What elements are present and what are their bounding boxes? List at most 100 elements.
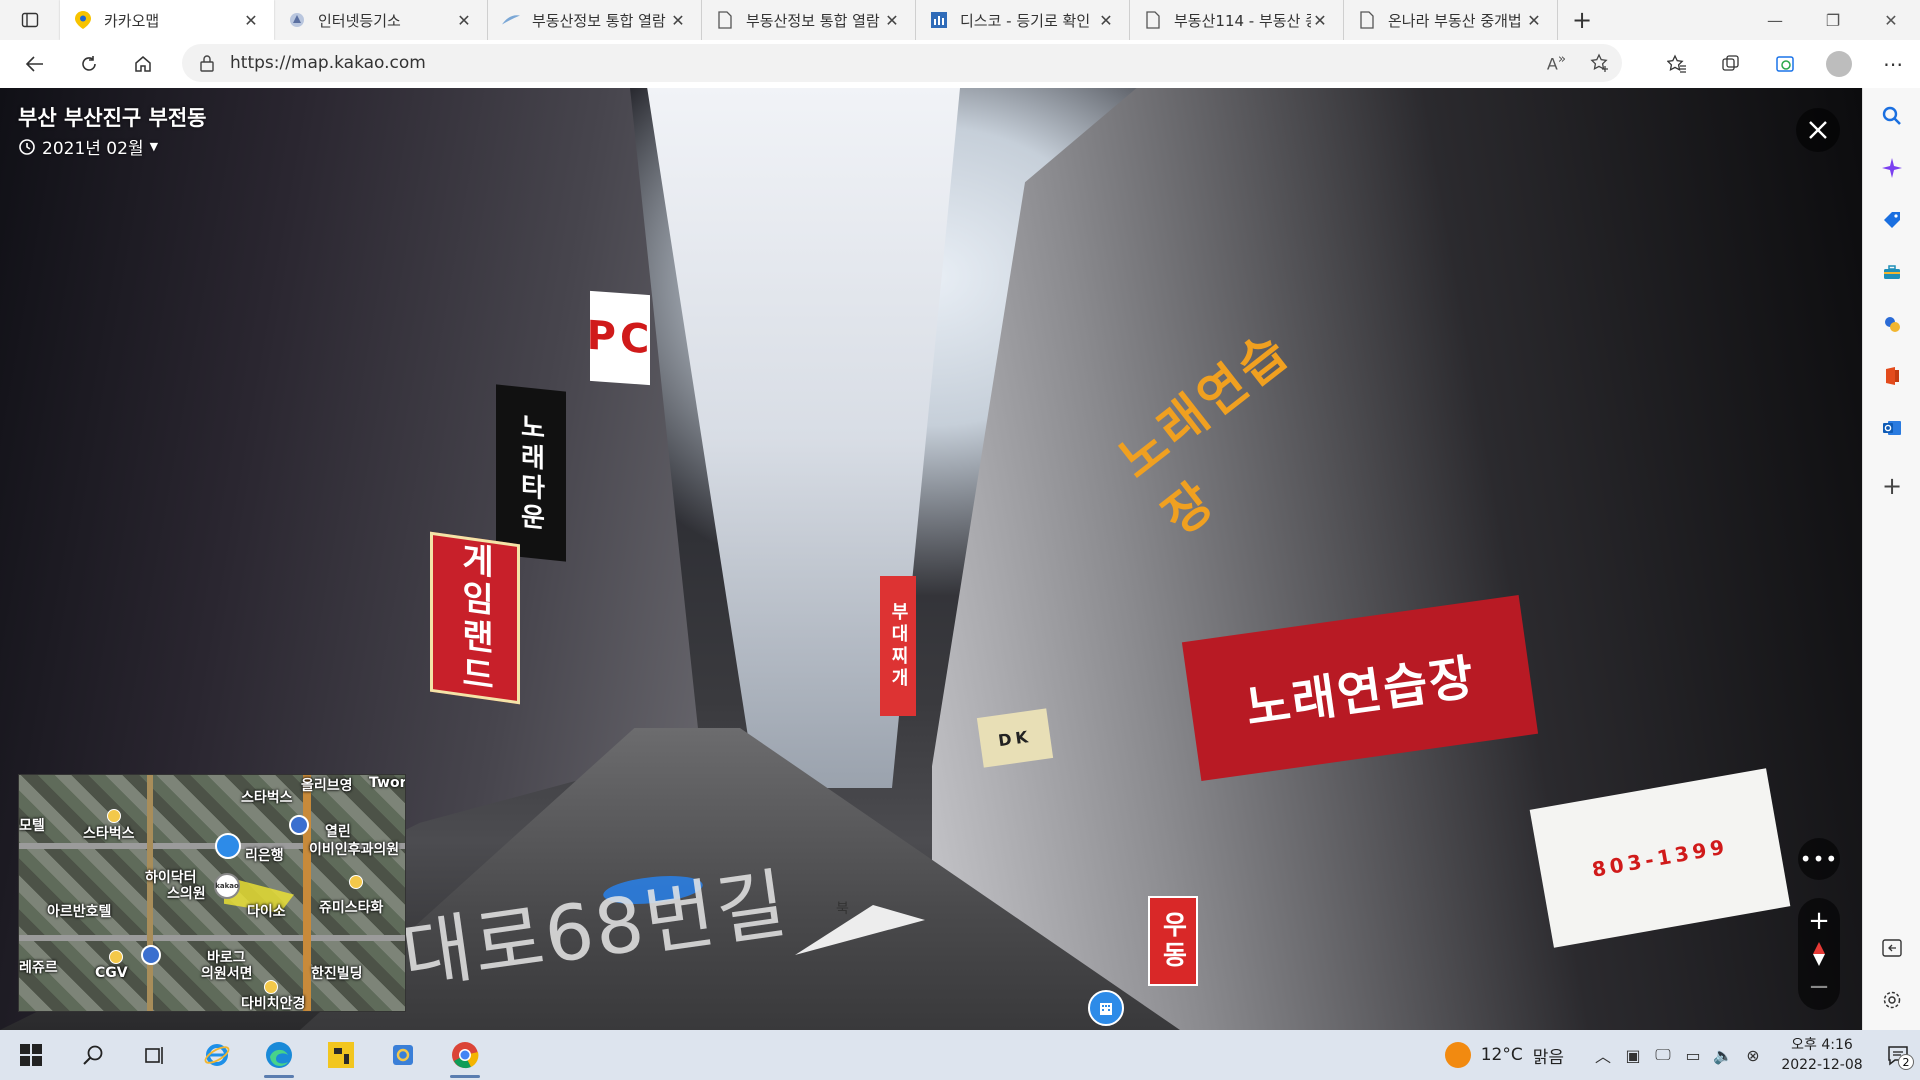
tab-realestate-info[interactable]: 부동산정보 통합 열람 ✕ bbox=[488, 0, 702, 40]
sidebar-settings-button[interactable] bbox=[1863, 980, 1920, 1020]
tab-disco[interactable]: 디스코 - 등기로 확인 ✕ bbox=[916, 0, 1130, 40]
office-icon bbox=[1886, 367, 1899, 385]
system-tray: 12°C 맑음 ︿ ▣ 🖵 ▭ 🔈 ⊗ 오후 4:16 2022-12-08 2 bbox=[1444, 1030, 1920, 1080]
weather-temp: 12°C bbox=[1480, 1045, 1523, 1065]
compass-button[interactable] bbox=[1798, 939, 1840, 969]
refresh-button[interactable] bbox=[62, 44, 116, 84]
show-hidden-icons-button[interactable]: ︿ bbox=[1588, 1030, 1618, 1080]
realestate-icon bbox=[502, 11, 520, 29]
tab-title: 부동산정보 통합 열람 bbox=[532, 11, 666, 30]
toolbox-icon bbox=[1884, 265, 1900, 279]
close-window-button[interactable]: ✕ bbox=[1862, 0, 1920, 40]
add-favorite-icon[interactable] bbox=[1590, 53, 1610, 73]
date-selector[interactable]: 2021년 02월 ▼ bbox=[18, 134, 158, 159]
internet-explorer-icon bbox=[204, 1044, 230, 1066]
edge-icon bbox=[266, 1042, 292, 1068]
minimize-button[interactable]: — bbox=[1746, 0, 1804, 40]
tray-ime-icon[interactable]: ⊗ bbox=[1738, 1030, 1768, 1080]
taskbar-app-yellow[interactable] bbox=[310, 1030, 372, 1080]
chevron-up-icon: ︿ bbox=[1594, 1047, 1611, 1066]
tab-realestate114[interactable]: 부동산114 - 부동산 종 ✕ bbox=[1130, 0, 1344, 40]
minimize-icon: — bbox=[1767, 10, 1783, 30]
close-streetview-button[interactable] bbox=[1796, 108, 1840, 152]
close-tab-icon[interactable]: ✕ bbox=[883, 11, 901, 30]
sidebar-outlook-button[interactable] bbox=[1863, 408, 1920, 448]
tag-icon bbox=[1884, 212, 1900, 228]
ime-icon: ⊗ bbox=[1746, 1045, 1760, 1065]
settings-more-button[interactable]: ⋯ bbox=[1866, 40, 1920, 88]
map-label: 스타벅스 bbox=[83, 826, 135, 842]
poi-icon bbox=[349, 875, 363, 889]
compass-icon bbox=[1813, 942, 1825, 966]
taskbar-edge[interactable] bbox=[248, 1030, 310, 1080]
tray-app-icon[interactable]: ▣ bbox=[1618, 1030, 1648, 1080]
tab-actions-button[interactable] bbox=[0, 0, 60, 40]
back-button[interactable] bbox=[8, 44, 62, 84]
start-button[interactable] bbox=[0, 1030, 62, 1080]
zoom-in-button[interactable]: + bbox=[1798, 906, 1840, 936]
sidebar-search-button[interactable] bbox=[1863, 96, 1920, 136]
restore-icon: ❐ bbox=[1825, 10, 1841, 30]
zoom-out-button[interactable]: − bbox=[1798, 972, 1840, 1002]
close-tab-icon[interactable]: ✕ bbox=[1311, 11, 1329, 30]
building-info-button[interactable] bbox=[1088, 990, 1124, 1026]
close-tab-icon[interactable]: ✕ bbox=[669, 11, 687, 30]
document-icon bbox=[716, 11, 734, 29]
close-tab-icon[interactable]: ✕ bbox=[1097, 11, 1115, 30]
close-tab-icon[interactable]: ✕ bbox=[242, 11, 260, 30]
url-field[interactable]: https://map.kakao.com A» bbox=[182, 44, 1622, 82]
close-tab-icon[interactable]: ✕ bbox=[1525, 11, 1543, 30]
browser-toolbar: ⋯ bbox=[1650, 40, 1920, 88]
taskbar-snipping-tool[interactable] bbox=[372, 1030, 434, 1080]
windows-taskbar: 12°C 맑음 ︿ ▣ 🖵 ▭ 🔈 ⊗ 오후 4:16 2022-12-08 2 bbox=[0, 1030, 1920, 1080]
map-label: 쥬미스타화 bbox=[319, 900, 384, 916]
tab-title: 카카오맵 bbox=[104, 11, 160, 30]
map-label: CGV bbox=[95, 965, 128, 981]
plus-icon: + bbox=[1808, 906, 1830, 936]
home-button[interactable] bbox=[116, 44, 170, 84]
tray-battery-icon[interactable]: ▭ bbox=[1678, 1030, 1708, 1080]
sidebar-hide-button[interactable] bbox=[1863, 928, 1920, 968]
minimap[interactable]: kakao 스타벅스 스타벅스 올리브영 열린 이비인후과의원 하이닥터 스의원… bbox=[18, 774, 406, 1012]
browser-tab-bar: 카카오맵 ✕ 인터넷등기소 ✕ 부동산정보 통합 열람 ✕ 부동산정보 통합 열… bbox=[0, 0, 1920, 40]
tab-kakaomap[interactable]: 카카오맵 ✕ bbox=[60, 0, 274, 40]
tray-volume-icon[interactable]: 🔈 bbox=[1708, 1030, 1738, 1080]
sidebar-tools-button[interactable] bbox=[1863, 252, 1920, 292]
battery-icon: ▭ bbox=[1685, 1045, 1701, 1065]
snipping-tool-icon bbox=[393, 1045, 413, 1065]
sign-budae: 부대찌개 bbox=[880, 576, 916, 716]
task-view-button[interactable] bbox=[124, 1030, 186, 1080]
restore-button[interactable]: ❐ bbox=[1804, 0, 1862, 40]
clock[interactable]: 오후 4:16 2022-12-08 bbox=[1774, 1035, 1870, 1075]
location-title: 부산 부산진구 부전동 bbox=[18, 106, 207, 130]
more-options-button[interactable]: ••• bbox=[1798, 838, 1840, 880]
profile-button[interactable] bbox=[1812, 40, 1866, 88]
favorites-icon bbox=[1667, 54, 1686, 73]
sidebar-add-button[interactable]: + bbox=[1863, 466, 1920, 506]
windows-logo-icon bbox=[20, 1044, 42, 1066]
edge-bar-button[interactable] bbox=[1758, 40, 1812, 88]
sun-icon bbox=[1444, 1042, 1471, 1068]
notification-center-button[interactable]: 2 bbox=[1876, 1030, 1920, 1080]
tab-title: 디스코 - 등기로 확인 bbox=[960, 11, 1091, 30]
tab-realestate-info-2[interactable]: 부동산정보 통합 열람 ✕ bbox=[702, 0, 916, 40]
sidebar-office-button[interactable] bbox=[1863, 356, 1920, 396]
tab-registry[interactable]: 인터넷등기소 ✕ bbox=[274, 0, 488, 40]
close-tab-icon[interactable]: ✕ bbox=[455, 11, 473, 30]
sidebar-copilot-button[interactable] bbox=[1863, 148, 1920, 188]
taskbar-chrome[interactable] bbox=[434, 1030, 496, 1080]
favorites-button[interactable] bbox=[1650, 40, 1704, 88]
read-aloud-icon[interactable]: A» bbox=[1547, 52, 1566, 73]
sidebar-shopping-button[interactable] bbox=[1863, 200, 1920, 240]
taskbar-ie[interactable] bbox=[186, 1030, 248, 1080]
weather-widget[interactable]: 12°C 맑음 bbox=[1444, 1042, 1564, 1068]
device-icon: ▣ bbox=[1625, 1045, 1641, 1065]
tab-onnara[interactable]: 온나라 부동산 중개법 ✕ bbox=[1344, 0, 1558, 40]
sidebar-games-button[interactable] bbox=[1863, 304, 1920, 344]
taskbar-search-button[interactable] bbox=[62, 1030, 124, 1080]
map-label: 열린 bbox=[325, 824, 351, 840]
tray-network-icon[interactable]: 🖵 bbox=[1648, 1030, 1678, 1080]
zoom-controls: + − bbox=[1798, 898, 1840, 1010]
collections-button[interactable] bbox=[1704, 40, 1758, 88]
new-tab-button[interactable]: + bbox=[1558, 0, 1606, 40]
